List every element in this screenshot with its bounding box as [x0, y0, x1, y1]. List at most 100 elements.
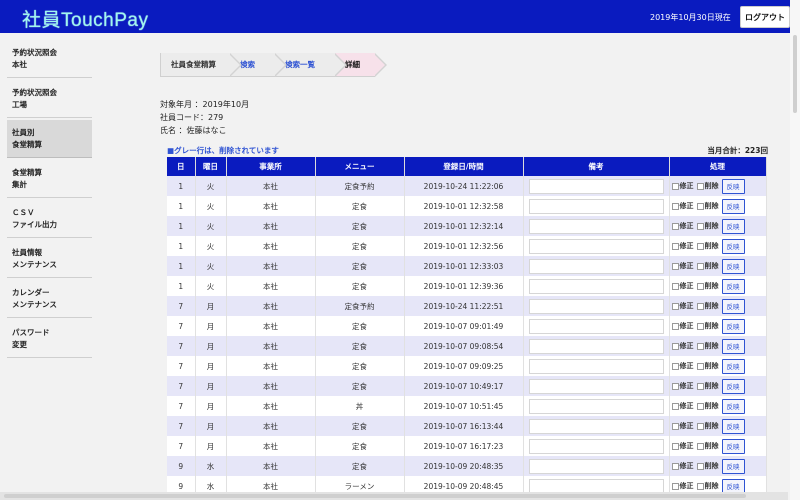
fix-option[interactable]: 修正 — [671, 241, 694, 251]
memo-input[interactable] — [528, 458, 664, 474]
delete-checkbox[interactable] — [696, 342, 704, 350]
delete-checkbox[interactable] — [696, 402, 704, 410]
fix-checkbox[interactable] — [671, 442, 679, 450]
logout-button[interactable]: ログアウト — [740, 6, 790, 28]
reflect-button[interactable]: 反映 — [721, 358, 745, 374]
delete-checkbox[interactable] — [696, 462, 704, 470]
fix-option[interactable]: 修正 — [671, 281, 694, 291]
delete-checkbox[interactable] — [696, 242, 704, 250]
fix-checkbox[interactable] — [671, 362, 679, 370]
memo-input[interactable] — [528, 278, 664, 294]
fix-option[interactable]: 修正 — [671, 261, 694, 271]
fix-option[interactable]: 修正 — [671, 301, 694, 311]
fix-checkbox[interactable] — [671, 202, 679, 210]
fix-checkbox[interactable] — [671, 402, 679, 410]
delete-checkbox[interactable] — [696, 222, 704, 230]
memo-input[interactable] — [528, 418, 664, 434]
delete-checkbox[interactable] — [696, 322, 704, 330]
delete-checkbox[interactable] — [696, 362, 704, 370]
breadcrumb-item-settlement[interactable]: 社員食堂精算 — [160, 53, 242, 77]
sidebar-item-csv-export[interactable]: ＣＳＶ ファイル出力 — [7, 200, 92, 238]
reflect-button[interactable]: 反映 — [721, 338, 745, 354]
fix-checkbox[interactable] — [671, 222, 679, 230]
sidebar-item-reservation-headoffice[interactable]: 予約状況照会 本社 — [7, 40, 92, 78]
memo-input[interactable] — [528, 438, 664, 454]
fix-checkbox[interactable] — [671, 422, 679, 430]
memo-input[interactable] — [528, 258, 664, 274]
delete-option[interactable]: 削除 — [696, 261, 719, 271]
fix-checkbox[interactable] — [671, 342, 679, 350]
fix-option[interactable]: 修正 — [671, 441, 694, 451]
reflect-button[interactable]: 反映 — [721, 238, 745, 254]
sidebar-item-employee-settlement[interactable]: 社員別 食堂精算 — [7, 120, 92, 158]
delete-checkbox[interactable] — [696, 382, 704, 390]
fix-option[interactable]: 修正 — [671, 341, 694, 351]
memo-input[interactable] — [528, 358, 664, 374]
fix-option[interactable]: 修正 — [671, 221, 694, 231]
fix-option[interactable]: 修正 — [671, 361, 694, 371]
reflect-button[interactable]: 反映 — [721, 198, 745, 214]
reflect-button[interactable]: 反映 — [721, 378, 745, 394]
horizontal-scrollbar[interactable] — [0, 492, 788, 500]
delete-checkbox[interactable] — [696, 202, 704, 210]
delete-option[interactable]: 削除 — [696, 281, 719, 291]
delete-checkbox[interactable] — [696, 442, 704, 450]
delete-checkbox[interactable] — [696, 302, 704, 310]
delete-option[interactable]: 削除 — [696, 381, 719, 391]
sidebar-item-reservation-factory[interactable]: 予約状況照会 工場 — [7, 80, 92, 118]
memo-input[interactable] — [528, 178, 664, 194]
reflect-button[interactable]: 反映 — [721, 278, 745, 294]
sidebar-item-calendar-maintenance[interactable]: カレンダー メンテナンス — [7, 280, 92, 318]
scrollbar-thumb[interactable] — [793, 35, 797, 113]
memo-input[interactable] — [528, 398, 664, 414]
fix-checkbox[interactable] — [671, 382, 679, 390]
delete-option[interactable]: 削除 — [696, 361, 719, 371]
reflect-button[interactable]: 反映 — [721, 258, 745, 274]
delete-option[interactable]: 削除 — [696, 341, 719, 351]
fix-option[interactable]: 修正 — [671, 181, 694, 191]
delete-checkbox[interactable] — [696, 182, 704, 190]
sidebar-item-employee-maintenance[interactable]: 社員情報 メンテナンス — [7, 240, 92, 278]
fix-option[interactable]: 修正 — [671, 461, 694, 471]
reflect-button[interactable]: 反映 — [721, 418, 745, 434]
memo-input[interactable] — [528, 318, 664, 334]
fix-checkbox[interactable] — [671, 182, 679, 190]
reflect-button[interactable]: 反映 — [721, 318, 745, 334]
delete-checkbox[interactable] — [696, 482, 704, 490]
delete-checkbox[interactable] — [696, 422, 704, 430]
reflect-button[interactable]: 反映 — [721, 438, 745, 454]
delete-option[interactable]: 削除 — [696, 481, 719, 491]
vertical-scrollbar[interactable] — [790, 0, 800, 500]
delete-option[interactable]: 削除 — [696, 201, 719, 211]
delete-option[interactable]: 削除 — [696, 401, 719, 411]
fix-option[interactable]: 修正 — [671, 321, 694, 331]
fix-checkbox[interactable] — [671, 322, 679, 330]
delete-checkbox[interactable] — [696, 282, 704, 290]
delete-option[interactable]: 削除 — [696, 221, 719, 231]
memo-input[interactable] — [528, 218, 664, 234]
delete-option[interactable]: 削除 — [696, 441, 719, 451]
reflect-button[interactable]: 反映 — [721, 218, 745, 234]
fix-checkbox[interactable] — [671, 302, 679, 310]
delete-option[interactable]: 削除 — [696, 181, 719, 191]
fix-checkbox[interactable] — [671, 262, 679, 270]
delete-option[interactable]: 削除 — [696, 321, 719, 331]
sidebar-item-settlement-summary[interactable]: 食堂精算 集計 — [7, 160, 92, 198]
delete-checkbox[interactable] — [696, 262, 704, 270]
fix-option[interactable]: 修正 — [671, 401, 694, 411]
delete-option[interactable]: 削除 — [696, 461, 719, 471]
fix-checkbox[interactable] — [671, 482, 679, 490]
reflect-button[interactable]: 反映 — [721, 458, 745, 474]
memo-input[interactable] — [528, 338, 664, 354]
fix-option[interactable]: 修正 — [671, 381, 694, 391]
delete-option[interactable]: 削除 — [696, 421, 719, 431]
memo-input[interactable] — [528, 378, 664, 394]
reflect-button[interactable]: 反映 — [721, 298, 745, 314]
delete-option[interactable]: 削除 — [696, 301, 719, 311]
fix-option[interactable]: 修正 — [671, 421, 694, 431]
fix-option[interactable]: 修正 — [671, 201, 694, 211]
scrollbar-thumb[interactable] — [4, 494, 746, 498]
reflect-button[interactable]: 反映 — [721, 398, 745, 414]
delete-option[interactable]: 削除 — [696, 241, 719, 251]
fix-option[interactable]: 修正 — [671, 481, 694, 491]
